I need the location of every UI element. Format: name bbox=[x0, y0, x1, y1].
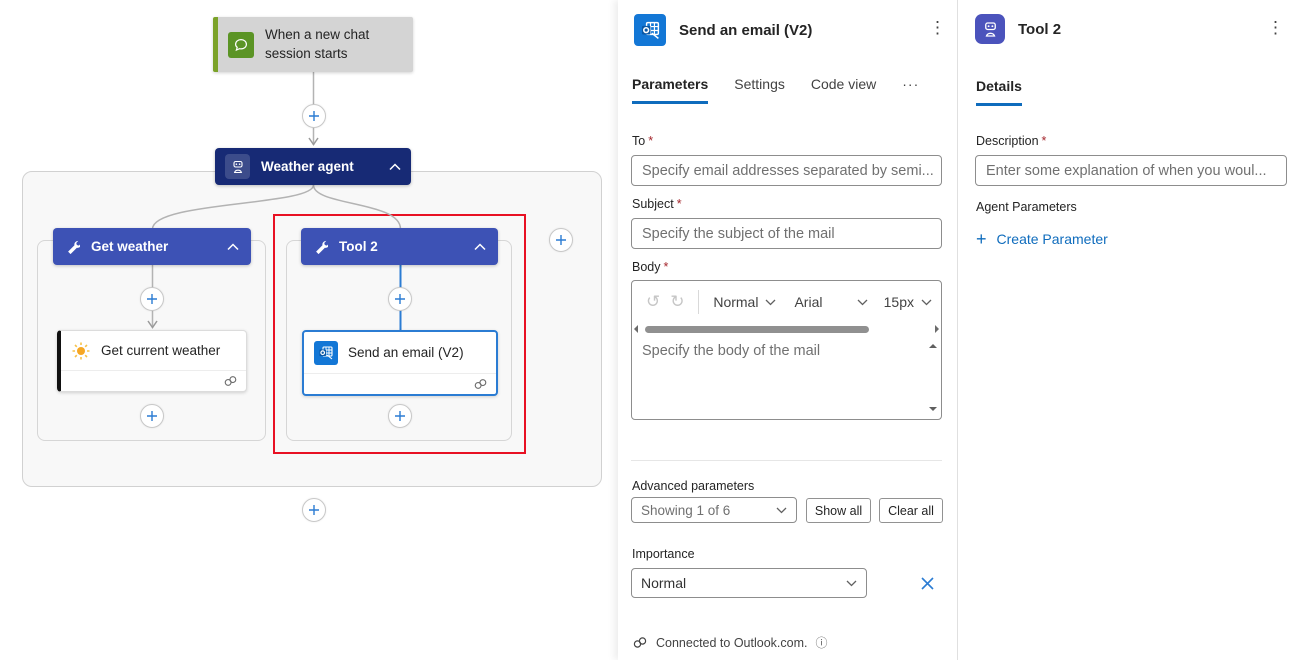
insert-step-button[interactable] bbox=[388, 287, 412, 311]
show-all-button[interactable]: Show all bbox=[806, 498, 871, 523]
panel-title: Send an email (V2) bbox=[679, 21, 813, 39]
required-asterisk: * bbox=[648, 134, 654, 148]
to-input[interactable]: Specify email addresses separated by sem… bbox=[631, 155, 942, 186]
create-parameter-button[interactable]: + Create Parameter bbox=[976, 230, 1108, 248]
outlook-icon bbox=[314, 340, 338, 365]
required-asterisk: * bbox=[676, 197, 682, 211]
collapse-chevron-icon[interactable] bbox=[474, 242, 486, 251]
chevron-down-icon bbox=[765, 299, 776, 305]
collapse-chevron-icon[interactable] bbox=[227, 242, 239, 251]
undo-icon[interactable]: ↺ bbox=[641, 292, 665, 312]
tab-overflow-icon[interactable]: ··· bbox=[902, 76, 919, 104]
trigger-label: When a new chat session starts bbox=[265, 27, 370, 61]
tab-settings[interactable]: Settings bbox=[734, 76, 785, 104]
clear-all-button[interactable]: Clear all bbox=[879, 498, 943, 523]
trigger-node-chat-session[interactable]: When a new chat session starts bbox=[213, 17, 413, 72]
chevron-down-icon bbox=[857, 299, 868, 305]
scroll-right-icon[interactable] bbox=[935, 325, 939, 333]
importance-label: Importance bbox=[632, 547, 695, 561]
info-icon[interactable]: ⓘ bbox=[815, 634, 827, 651]
connection-icon bbox=[224, 376, 237, 386]
agent-node-weather[interactable]: Weather agent bbox=[215, 148, 411, 185]
scroll-left-icon[interactable] bbox=[634, 325, 638, 333]
wrench-icon bbox=[316, 240, 328, 254]
panel-tabs: Parameters Settings Code view ··· bbox=[632, 76, 919, 104]
flow-canvas[interactable]: When a new chat session starts Weather a… bbox=[0, 0, 618, 660]
chevron-down-icon bbox=[846, 580, 857, 586]
agent-parameters-label: Agent Parameters bbox=[976, 200, 1077, 214]
panel-tabs: Details bbox=[976, 78, 1022, 106]
tool-node-label: Tool 2 bbox=[339, 239, 378, 254]
description-input[interactable]: Enter some explanation of when you woul.… bbox=[975, 155, 1287, 186]
plus-icon: + bbox=[976, 229, 987, 249]
required-asterisk: * bbox=[663, 260, 669, 274]
connection-text: Connected to Outlook.com. bbox=[656, 635, 808, 650]
subject-input[interactable]: Specify the subject of the mail bbox=[631, 218, 942, 249]
agent-robot-icon bbox=[225, 154, 250, 179]
insert-step-button[interactable] bbox=[302, 104, 326, 128]
scroll-up-icon[interactable] bbox=[929, 344, 937, 348]
panel-header: Tool 2 bbox=[975, 14, 1061, 44]
font-family-dropdown[interactable]: Arial bbox=[794, 294, 868, 310]
insert-step-button[interactable] bbox=[140, 404, 164, 428]
redo-icon[interactable]: ↻ bbox=[665, 292, 689, 312]
more-options-icon[interactable]: ⋮ bbox=[1267, 19, 1284, 36]
tool-node-tool-2[interactable]: Tool 2 bbox=[301, 228, 498, 265]
collapse-chevron-icon[interactable] bbox=[389, 162, 401, 171]
text-style-dropdown[interactable]: Normal bbox=[713, 294, 776, 310]
required-asterisk: * bbox=[1041, 134, 1047, 148]
tool-details-panel: Tool 2 ⋮ Details Description * Enter some… bbox=[958, 0, 1290, 660]
tool-node-label: Get weather bbox=[91, 239, 169, 254]
agent-node-label: Weather agent bbox=[261, 159, 354, 174]
remove-parameter-icon[interactable] bbox=[915, 571, 939, 595]
advanced-parameters-dropdown[interactable]: Showing 1 of 6 bbox=[631, 497, 797, 523]
editor-horizontal-scrollbar[interactable] bbox=[632, 323, 941, 336]
insert-step-button[interactable] bbox=[140, 287, 164, 311]
insert-step-button[interactable] bbox=[302, 498, 326, 522]
subject-label: Subject * bbox=[632, 197, 682, 211]
importance-dropdown[interactable]: Normal bbox=[631, 568, 867, 598]
action-card-send-an-email[interactable]: Send an email (V2) bbox=[302, 330, 498, 396]
insert-step-button[interactable] bbox=[388, 404, 412, 428]
advanced-parameters-label: Advanced parameters bbox=[632, 479, 755, 493]
chat-trigger-icon bbox=[228, 31, 254, 58]
tab-code-view[interactable]: Code view bbox=[811, 76, 876, 104]
chevron-down-icon bbox=[921, 299, 932, 305]
body-input[interactable]: Specify the body of the mail bbox=[632, 336, 941, 419]
tab-parameters[interactable]: Parameters bbox=[632, 76, 709, 104]
toolbar-divider bbox=[697, 290, 699, 314]
scroll-down-icon[interactable] bbox=[929, 407, 937, 411]
body-rich-text-editor: ↺ ↻ Normal Arial 15px Specify the body o… bbox=[631, 280, 942, 420]
tab-details[interactable]: Details bbox=[976, 78, 1022, 106]
outlook-icon bbox=[634, 14, 666, 46]
flow-designer: When a new chat session starts Weather a… bbox=[0, 0, 1290, 660]
more-options-icon[interactable]: ⋮ bbox=[929, 19, 946, 36]
section-divider bbox=[631, 460, 942, 461]
wrench-icon bbox=[68, 240, 80, 254]
body-label: Body * bbox=[632, 260, 669, 274]
email-action-panel: Send an email (V2) ⋮ Parameters Settings… bbox=[618, 0, 957, 660]
chevron-down-icon bbox=[776, 507, 787, 513]
connection-icon bbox=[633, 637, 647, 648]
tool-node-get-weather[interactable]: Get weather bbox=[53, 228, 251, 265]
connection-icon bbox=[474, 379, 487, 389]
description-label: Description * bbox=[976, 134, 1047, 148]
panel-header: Send an email (V2) bbox=[634, 14, 812, 46]
editor-toolbar: ↺ ↻ Normal Arial 15px bbox=[632, 281, 941, 323]
action-card-label: Get current weather bbox=[101, 343, 221, 358]
connection-footer: Connected to Outlook.com. ⓘ bbox=[632, 634, 828, 651]
action-card-get-current-weather[interactable]: Get current weather bbox=[57, 330, 247, 392]
to-label: To * bbox=[632, 134, 654, 148]
sun-icon bbox=[72, 342, 90, 359]
add-branch-button[interactable] bbox=[549, 228, 573, 252]
font-size-dropdown[interactable]: 15px bbox=[884, 294, 932, 310]
agent-robot-icon bbox=[975, 14, 1005, 44]
action-card-label: Send an email (V2) bbox=[348, 345, 464, 360]
panel-title: Tool 2 bbox=[1018, 20, 1062, 38]
scrollbar-thumb[interactable] bbox=[645, 326, 869, 333]
